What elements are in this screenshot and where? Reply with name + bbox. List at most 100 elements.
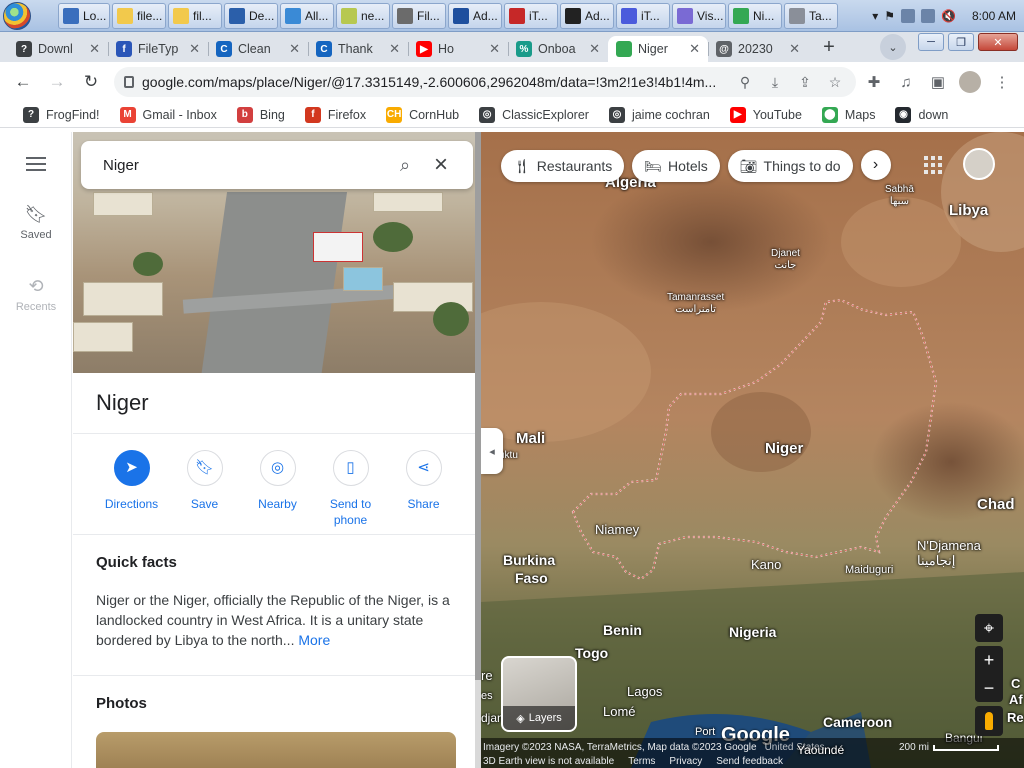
collapse-panel-button[interactable]: ◂ [481,428,503,474]
address-bar[interactable]: google.com/maps/place/Niger/@17.3315149,… [114,67,856,97]
map-label-tamanrasset[interactable]: Tamanrasset تامنراست [667,292,724,316]
layers-button[interactable]: ◈ Layers [501,656,577,732]
search-input[interactable]: Niger [103,157,387,174]
rail-recents[interactable]: ⟲ Recents [0,276,72,313]
back-icon[interactable]: ← [8,67,38,97]
chip-hotels[interactable]: 🛏︎ Hotels [632,150,720,182]
taskbar-item[interactable]: All... [280,2,334,29]
url-text[interactable]: google.com/maps/place/Niger/@17.3315149,… [142,74,726,90]
map-label-cameroon[interactable]: Cameroon [823,714,892,730]
bookmark-star-icon[interactable]: ☆ [824,74,846,91]
install-app-icon[interactable]: ⤓ [764,74,786,91]
media-control-icon[interactable]: ♫ [892,68,920,96]
bookmark-youtube[interactable]: ▶ YouTube [721,103,811,127]
map-label-libya[interactable]: Libya [949,202,988,219]
network-icon[interactable] [901,8,916,23]
minimize-button[interactable]: ─ [918,33,944,51]
bookmark-jaime-cochran[interactable]: ◎ jaime cochran [600,103,719,127]
share-page-icon[interactable]: ⇪ [794,74,816,91]
taskbar-item[interactable]: fil... [168,2,222,29]
google-apps-icon[interactable] [924,156,942,174]
close-window-button[interactable]: ✕ [978,33,1018,51]
rail-saved[interactable]: 🔖︎ Saved [0,204,72,241]
restore-button[interactable]: ❐ [948,33,974,51]
photo-thumbnail[interactable] [96,732,456,768]
close-tab-icon[interactable]: ✕ [489,41,500,57]
taskbar-item[interactable]: ne... [336,2,390,29]
map-label-benin[interactable]: Benin [603,622,642,638]
map-scale[interactable]: 200 mi [899,742,1000,753]
more-link[interactable]: More [298,632,330,648]
taskbar-item[interactable]: Ad... [560,2,614,29]
taskbar-item[interactable]: Vis... [672,2,726,29]
tab-search-icon[interactable]: ⌄ [880,34,906,60]
zoom-in-button[interactable]: + [984,646,995,674]
bookmark-gmail-inbox[interactable]: M Gmail - Inbox [111,103,226,127]
map-label-kano[interactable]: Kano [751,557,781,572]
bookmark-firefox[interactable]: f Firefox [296,103,375,127]
bookmark-bing[interactable]: b Bing [228,103,294,127]
forward-icon[interactable]: → [42,67,72,97]
chip-restaurants[interactable]: 🍴︎ Restaurants [501,150,625,182]
close-tab-icon[interactable]: ✕ [89,41,100,57]
taskbar-item[interactable]: Ni... [728,2,782,29]
map-label-djanet[interactable]: Djanet جانت [771,248,800,272]
map-label-ndjamena[interactable]: N'Djamena إنجامينا [917,538,981,569]
bookmark-frogfind-[interactable]: ? FrogFind! [14,103,109,127]
map-label-niamey[interactable]: Niamey [595,522,639,537]
tab-20230[interactable]: @20230 ✕ [708,36,808,62]
flag-icon[interactable]: ⚑ [884,9,895,23]
lock-icon[interactable] [124,76,134,88]
close-icon[interactable]: × [423,151,459,179]
taskbar-item[interactable]: Ta... [784,2,838,29]
send-feedback-link[interactable]: Send feedback [716,756,783,767]
taskbar-item[interactable]: Lo... [58,2,110,29]
tab-ho[interactable]: ▶ Ho ✕ [408,36,508,62]
terms-link[interactable]: Terms [628,756,655,767]
reload-icon[interactable]: ↻ [76,67,106,97]
close-tab-icon[interactable]: ✕ [689,41,700,57]
extensions-icon[interactable]: ✚ [860,68,888,96]
tab-filetyp[interactable]: f FileTyp ✕ [108,36,208,62]
tab-niger[interactable]: Niger ✕ [608,36,708,62]
close-tab-icon[interactable]: ✕ [189,41,200,57]
taskbar-item[interactable]: Ad... [448,2,502,29]
display-icon[interactable] [921,8,936,23]
tab-downl[interactable]: ? Downl ✕ [8,36,108,62]
close-tab-icon[interactable]: ✕ [789,41,800,57]
map-label-mali[interactable]: Mali [516,430,545,447]
chip-things-to-do[interactable]: 📷︎ Things to do [727,150,853,182]
location-pin-icon[interactable]: ⚲ [734,74,756,91]
menu-icon[interactable] [26,157,46,175]
bookmark-cornhub[interactable]: CH CornHub [377,103,468,127]
map-label-faso[interactable]: Faso [515,570,548,586]
tab-thank[interactable]: C Thank ✕ [308,36,408,62]
tab-onboa[interactable]: % Onboa ✕ [508,36,608,62]
directions-button[interactable]: ➤ Directions [95,450,168,528]
map-label-lome[interactable]: Lomé [603,704,636,719]
save-button[interactable]: 🔖︎ Save [168,450,241,528]
map-label-sabha[interactable]: Sabhā سبها [885,184,914,208]
kebab-menu-icon[interactable]: ⋮ [988,68,1016,96]
profile-avatar-button[interactable] [956,68,984,96]
taskbar-item[interactable]: iT... [616,2,670,29]
my-location-icon[interactable]: ⌖ [975,614,1003,642]
send-to-phone-button[interactable]: ▯ Send to phone [314,450,387,528]
clock[interactable]: 8:00 AM [972,9,1016,23]
taskbar-item[interactable]: iT... [504,2,558,29]
new-tab-button[interactable]: + [816,34,842,60]
volume-muted-icon[interactable]: 🔇 [941,9,956,23]
map-label-maiduguri[interactable]: Maiduguri [845,564,893,576]
share-button[interactable]: ⋖ Share [387,450,460,528]
map-label-lagos[interactable]: Lagos [627,684,662,699]
search-box[interactable]: Niger ⌕ × [81,141,473,189]
start-button[interactable] [0,0,34,32]
close-tab-icon[interactable]: ✕ [289,41,300,57]
chevron-down-icon[interactable]: ▾ [872,9,878,23]
taskbar-item[interactable]: file... [112,2,166,29]
street-view-pegman-icon[interactable] [975,706,1003,736]
map-label-niger[interactable]: Niger [765,440,803,457]
bookmark-maps[interactable]: ⬤ Maps [813,103,885,127]
chevron-right-icon[interactable]: › [860,150,891,180]
privacy-link[interactable]: Privacy [669,756,702,767]
